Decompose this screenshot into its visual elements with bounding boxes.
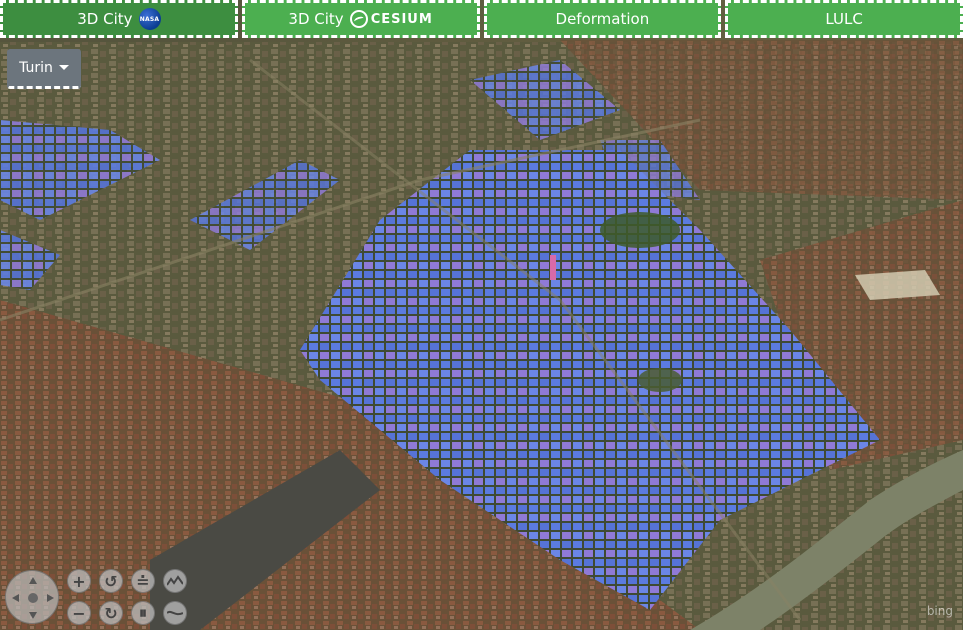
tab-label: 3D City	[288, 10, 344, 28]
city-dropdown[interactable]: Turin	[7, 49, 81, 89]
nasa-logo-icon: NASA	[138, 8, 161, 30]
pan-joystick-icon[interactable]	[5, 570, 59, 624]
city-dropdown-value: Turin	[19, 59, 53, 76]
tab-3d-city-nasa[interactable]: 3D City NASA	[0, 0, 238, 38]
rotate-left-icon[interactable]: ↺	[99, 569, 123, 593]
city-3d-scene	[0, 40, 963, 630]
cesium-logo-icon: CESIUM	[349, 10, 433, 28]
zoom-in-icon[interactable]: +	[67, 569, 91, 593]
tilt-up-icon[interactable]: ≐	[131, 569, 155, 593]
caret-down-icon	[58, 65, 69, 70]
terrain-glyph	[167, 575, 183, 586]
cesium-mark-icon	[349, 10, 368, 28]
tab-3d-city-cesium[interactable]: 3D City CESIUM	[241, 0, 480, 38]
map-viewport[interactable]	[0, 0, 963, 630]
cesium-logo-text: CESIUM	[370, 11, 433, 27]
tab-label: 3D City	[77, 10, 133, 28]
zoom-out-icon[interactable]: −	[67, 601, 91, 625]
level-icon[interactable]	[163, 601, 187, 625]
bing-attribution-logo: bing	[926, 604, 953, 618]
rotate-right-icon[interactable]: ↻	[99, 601, 123, 625]
tab-lulc[interactable]: LULC	[725, 0, 963, 38]
joystick-arrows	[12, 577, 54, 619]
tab-label: LULC	[825, 10, 863, 28]
level-glyph	[167, 610, 183, 616]
top-tab-bar: 3D City NASA 3D City CESIUM Deformation …	[0, 0, 963, 42]
tab-deformation[interactable]: Deformation	[483, 0, 722, 38]
tab-label: Deformation	[555, 10, 650, 28]
terrain-icon[interactable]	[163, 569, 187, 593]
tilt-down-icon[interactable]: ⏸	[131, 601, 155, 625]
